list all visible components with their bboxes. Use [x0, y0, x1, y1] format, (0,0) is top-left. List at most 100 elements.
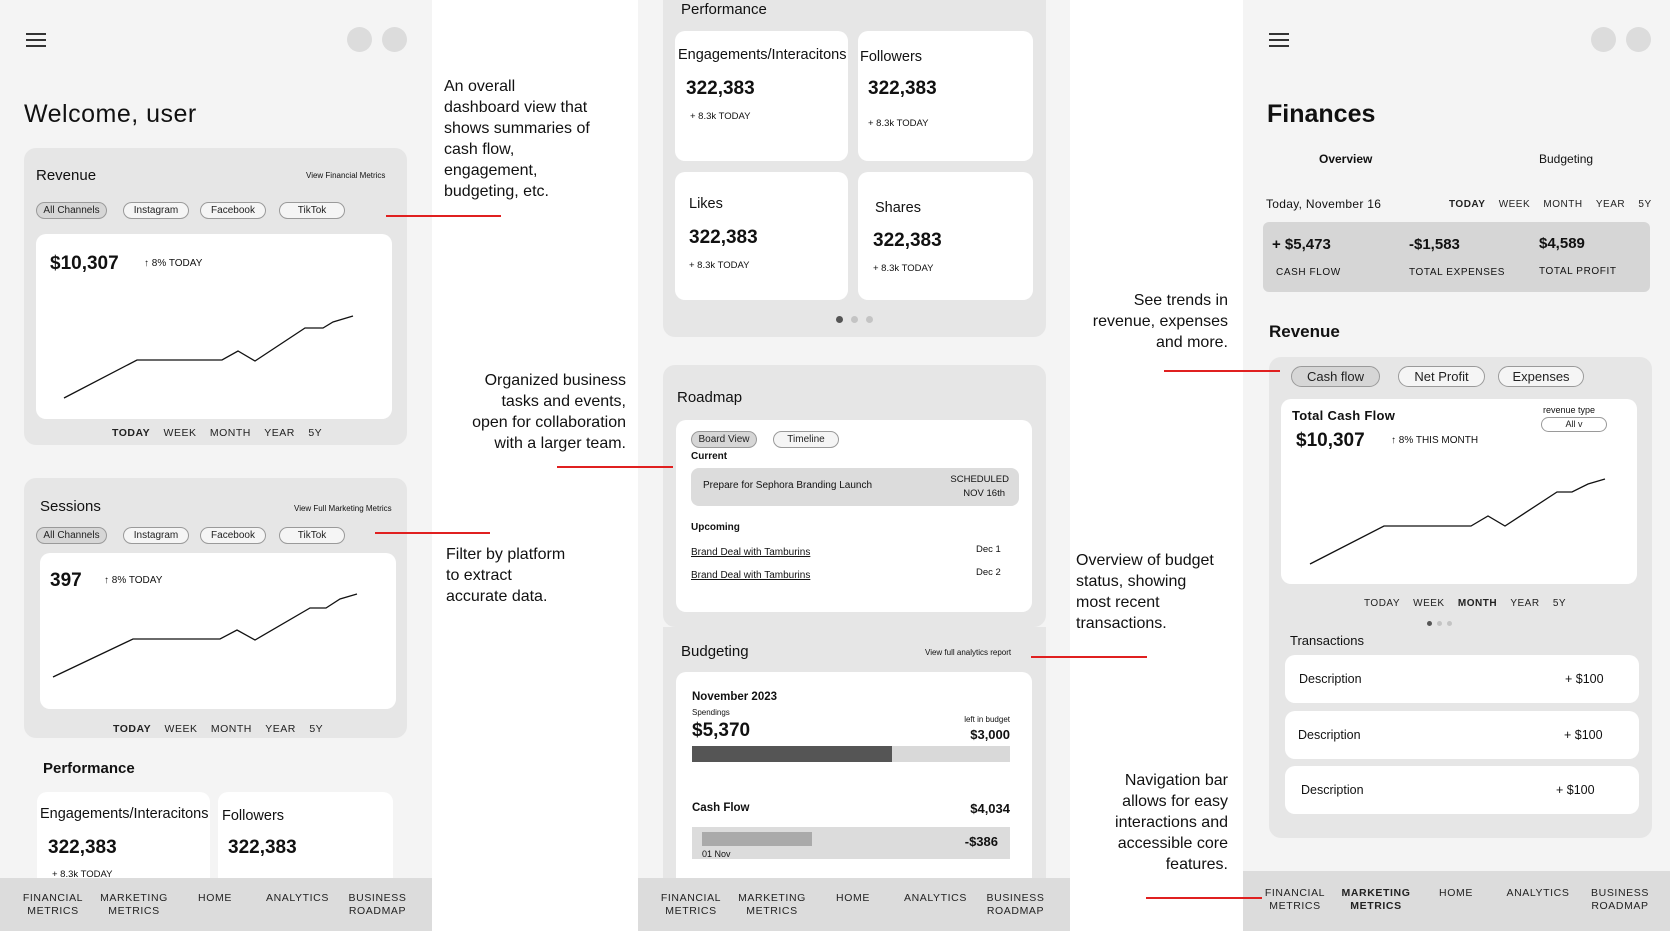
filter-all-channels[interactable]: All Channels	[36, 527, 107, 544]
tile-label: Followers	[860, 49, 923, 65]
board-view-toggle[interactable]: Board View	[691, 431, 757, 448]
menu-icon[interactable]	[1269, 33, 1289, 48]
nav-financial-metrics[interactable]: FINANCIAL METRICS	[655, 892, 727, 918]
tile-sub: + 8.3k TODAY	[689, 260, 750, 271]
timeline-toggle[interactable]: Timeline	[773, 431, 839, 448]
tab-budgeting[interactable]: Budgeting	[1539, 152, 1593, 166]
nav-home[interactable]: HOME	[818, 892, 888, 905]
carousel-dot-2[interactable]	[851, 316, 858, 323]
bottom-nav: FINANCIAL METRICS MARKETING METRICS HOME A…	[0, 878, 432, 931]
range-week[interactable]: WEEK	[1413, 598, 1444, 609]
notification-icon[interactable]	[347, 27, 372, 52]
upcoming-item[interactable]: Brand Deal with Tamburins	[691, 570, 810, 581]
filter-all-channels[interactable]: All Channels	[36, 202, 107, 219]
range-5y[interactable]: 5Y	[1553, 598, 1566, 609]
filter-tiktok[interactable]: TikTok	[279, 527, 345, 544]
notification-icon[interactable]	[1591, 27, 1616, 52]
range-year[interactable]: YEAR	[1510, 598, 1539, 609]
likes-tile[interactable]: Likes 322,383 + 8.3k TODAY	[675, 172, 848, 300]
upcoming-item[interactable]: Brand Deal with Tamburins	[691, 547, 810, 558]
range-today[interactable]: TODAY	[112, 427, 150, 439]
current-task-status: SCHEDULED	[950, 474, 1009, 485]
tile-sub: + 8.3k TODAY	[690, 111, 751, 122]
profile-avatar[interactable]	[382, 27, 407, 52]
chip-cash-flow[interactable]: Cash flow	[1291, 366, 1380, 387]
range-month[interactable]: MONTH	[1458, 598, 1497, 609]
nav-marketing-metrics[interactable]: MARKETING METRICS	[736, 892, 808, 918]
nav-home[interactable]: HOME	[180, 892, 250, 905]
chip-expenses[interactable]: Expenses	[1498, 366, 1584, 387]
nav-marketing-metrics[interactable]: MARKETING METRICS	[1340, 887, 1412, 913]
range-year[interactable]: YEAR	[265, 723, 296, 735]
nav-business-roadmap[interactable]: BUSINESS ROADMAP	[340, 892, 415, 918]
range-5y[interactable]: 5Y	[309, 723, 323, 735]
range-week[interactable]: WEEK	[164, 427, 197, 439]
transaction-description: Description	[1299, 672, 1362, 686]
spendings-label: Spendings	[692, 708, 730, 717]
nav-analytics[interactable]: ANALYTICS	[260, 892, 335, 905]
filter-tiktok[interactable]: TikTok	[279, 202, 345, 219]
range-month[interactable]: MONTH	[210, 427, 251, 439]
tile-sub: + 8.3k TODAY	[868, 118, 929, 129]
cash-flow-chart-panel: Total Cash Flow revenue type All v $10,3…	[1281, 399, 1637, 584]
finance-range-selector: TODAY WEEK MONTH YEAR 5Y	[1449, 199, 1652, 210]
range-today[interactable]: TODAY	[113, 723, 151, 735]
filter-facebook[interactable]: Facebook	[200, 202, 266, 219]
transaction-amount: + $100	[1556, 783, 1595, 797]
engagements-tile[interactable]: Engagements/Interacitons 322,383 + 8.3k …	[37, 792, 210, 892]
range-today[interactable]: TODAY	[1449, 199, 1485, 210]
upcoming-item-date: Dec 1	[976, 544, 1001, 555]
nav-home[interactable]: HOME	[1424, 887, 1488, 900]
carousel-dot-2[interactable]	[1437, 621, 1442, 626]
nav-financial-metrics[interactable]: FINANCIAL METRICS	[17, 892, 89, 918]
carousel-dot-3[interactable]	[866, 316, 873, 323]
carousel-dot-1[interactable]	[1427, 621, 1432, 626]
view-marketing-metrics-link[interactable]: View Full Marketing Metrics	[294, 504, 392, 513]
transaction-row[interactable]: Description + $100	[1285, 766, 1639, 814]
filter-instagram[interactable]: Instagram	[123, 527, 189, 544]
nav-financial-metrics[interactable]: FINANCIAL METRICS	[1259, 887, 1331, 913]
marketing-screen: Performance Engagements/Interacitons 322…	[638, 0, 1070, 931]
filter-facebook[interactable]: Facebook	[200, 527, 266, 544]
view-analytics-report-link[interactable]: View full analytics report	[925, 648, 1011, 657]
view-financial-metrics-link[interactable]: View Financial Metrics	[306, 171, 385, 180]
transaction-row[interactable]: Description + $100	[1285, 711, 1639, 759]
range-week[interactable]: WEEK	[165, 723, 198, 735]
current-task-row[interactable]: Prepare for Sephora Branding Launch SCHE…	[691, 468, 1019, 506]
spendings-value: $5,370	[692, 720, 751, 741]
filter-instagram[interactable]: Instagram	[123, 202, 189, 219]
range-year[interactable]: YEAR	[1596, 199, 1625, 210]
nav-analytics[interactable]: ANALYTICS	[1501, 887, 1575, 900]
shares-tile[interactable]: Shares 322,383 + 8.3k TODAY	[858, 172, 1033, 300]
transaction-row[interactable]: Description + $100	[1285, 655, 1639, 703]
range-year[interactable]: YEAR	[264, 427, 295, 439]
cash-flow-row[interactable]: -$386 01 Nov	[692, 827, 1010, 859]
followers-tile[interactable]: Followers 322,383 + 8.3k TODAY	[858, 31, 1033, 161]
upcoming-item-date: Dec 2	[976, 567, 1001, 578]
annotation-roadmap: Organized business tasks and events, open …	[472, 372, 626, 452]
sessions-chart-panel: 397 ↑ 8% TODAY	[40, 553, 396, 709]
page-title: Finances	[1267, 100, 1376, 128]
carousel-dot-3[interactable]	[1447, 621, 1452, 626]
nav-analytics[interactable]: ANALYTICS	[898, 892, 973, 905]
range-week[interactable]: WEEK	[1499, 199, 1530, 210]
profile-avatar[interactable]	[1626, 27, 1651, 52]
budgeting-heading: Budgeting	[681, 643, 749, 660]
annotation-budget: Overview of budget status, showing most re…	[1076, 552, 1214, 632]
range-month[interactable]: MONTH	[1543, 199, 1582, 210]
nav-business-roadmap[interactable]: BUSINESS ROADMAP	[1583, 887, 1657, 913]
nav-marketing-metrics[interactable]: MARKETING METRICS	[98, 892, 170, 918]
tab-overview[interactable]: Overview	[1319, 152, 1372, 166]
carousel-dot-1[interactable]	[836, 316, 843, 323]
menu-icon[interactable]	[26, 33, 46, 48]
range-month[interactable]: MONTH	[211, 723, 252, 735]
range-5y[interactable]: 5Y	[1638, 199, 1651, 210]
nav-business-roadmap[interactable]: BUSINESS ROADMAP	[978, 892, 1053, 918]
chip-net-profit[interactable]: Net Profit	[1398, 366, 1485, 387]
followers-tile[interactable]: Followers 322,383	[218, 792, 393, 892]
transaction-description: Description	[1301, 783, 1364, 797]
engagements-tile[interactable]: Engagements/Interacitons 322,383 + 8.3k …	[675, 31, 848, 161]
range-5y[interactable]: 5Y	[308, 427, 322, 439]
range-today[interactable]: TODAY	[1364, 598, 1400, 609]
summary-value: -$1,583	[1409, 236, 1460, 253]
